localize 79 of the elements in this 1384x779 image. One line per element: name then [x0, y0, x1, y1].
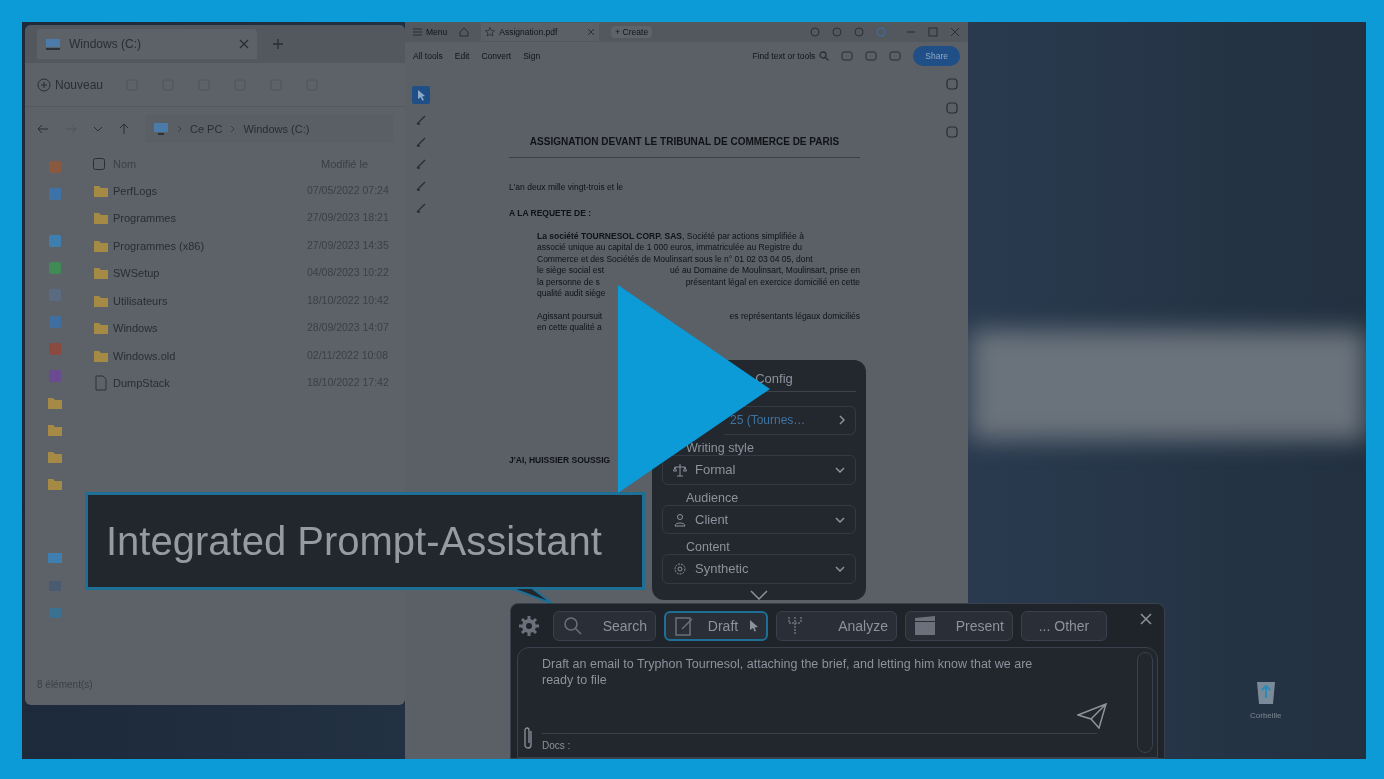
mode-tab[interactable]: Analyze [776, 611, 897, 641]
document-text: le siège social est [537, 265, 605, 277]
back-icon[interactable] [37, 124, 49, 134]
dropdown[interactable]: Client [662, 504, 856, 535]
document-text: Agissant poursuit [537, 310, 603, 322]
chevron-down-icon [835, 467, 845, 474]
panel-title: Config [754, 369, 793, 388]
star-icon [485, 27, 496, 37]
scales-icon [673, 463, 687, 478]
field-label: Audience [685, 490, 740, 505]
folder-icon [93, 210, 109, 227]
folder-icon [93, 320, 109, 337]
prompt-text: Draft an email to Tryphon Tournesol, attaching the brief, and letting him know that we are ready to file [542, 656, 1034, 688]
mode-tab[interactable]: Search [553, 611, 656, 641]
checkbox-icon[interactable] [93, 158, 105, 170]
search-field[interactable]: Find text or tools [752, 49, 830, 63]
menu-button[interactable]: Menu [413, 25, 448, 39]
toolbar-tab[interactable]: Edit [454, 49, 470, 63]
chevron-right-icon [839, 415, 845, 426]
dropdown[interactable]: Formal [662, 455, 856, 485]
folder-icon[interactable] [47, 476, 63, 492]
search-icon [562, 615, 584, 637]
document-heading: A LA REQUETE DE : [509, 206, 592, 220]
up-arrow-icon[interactable] [119, 123, 129, 135]
document-text: ué au Domaine de Moulinsart, Moulinsart, prise en [670, 265, 860, 277]
clapperboard-icon [914, 615, 936, 637]
document-text: présentant légal en exercice domicilié en cette [685, 276, 860, 288]
maximize-icon[interactable] [928, 27, 938, 37]
document-title: ASSIGNATION DEVANT LE TRIBUNAL DE COMMERCE DE PARIS [509, 134, 860, 158]
folder-icon[interactable] [47, 449, 63, 465]
document-tab[interactable]: Assignation.pdf [481, 23, 600, 41]
gear-icon [673, 562, 687, 577]
document-text: la personne de s [537, 276, 600, 288]
cursor-icon [750, 620, 758, 632]
plus-circle-icon [37, 77, 51, 92]
document-text: qualité audit siège [537, 288, 606, 300]
folder-icon[interactable] [47, 395, 63, 411]
document-heading: J'AI, HUISSIER SOUSSIG [509, 453, 612, 467]
toolbar-tab[interactable]: All tools [413, 49, 443, 63]
chevron-down-icon[interactable] [93, 126, 103, 132]
document-text: L'an deux mille vingt-trois et le [509, 181, 625, 194]
share-button[interactable]: Share [913, 46, 960, 66]
mode-tab[interactable]: ... Other [1021, 611, 1107, 641]
file-icon [93, 375, 109, 392]
folder-icon [93, 265, 109, 282]
send-icon[interactable] [1077, 703, 1107, 729]
toolbar-tab[interactable]: Sign [523, 49, 541, 63]
field-label: Content [685, 540, 731, 555]
mode-tab[interactable]: Present [905, 611, 1013, 641]
paperclip-icon[interactable] [524, 727, 534, 751]
chevron-down-icon[interactable] [750, 590, 768, 600]
cursor-icon[interactable] [412, 86, 430, 104]
prompt-box[interactable]: Draft an email to Tryphon Tournesol, attaching the brief, and letting him know that we are ready to file Docs : [517, 647, 1158, 758]
document-text: es représentants légaux domiciliés [729, 310, 860, 322]
document-text: en cette qualité a [537, 322, 602, 334]
chevron-right-icon [177, 125, 182, 133]
mode-tab[interactable]: Draft [664, 611, 768, 641]
close-icon[interactable] [1140, 613, 1152, 625]
desktop-icon-label[interactable]: Corbeille [1250, 710, 1282, 722]
clipboard-pen-icon [674, 615, 696, 637]
folder-icon[interactable] [47, 422, 63, 438]
callout-text: Integrated Prompt-Assistant [106, 518, 602, 565]
close-icon[interactable] [587, 28, 596, 36]
pen-icon[interactable] [415, 136, 427, 148]
chevron-down-icon [835, 516, 845, 523]
create-button[interactable]: + Create [611, 25, 653, 39]
docs-label: Docs : [542, 739, 571, 753]
close-icon[interactable] [239, 39, 249, 49]
plus-icon[interactable] [273, 39, 283, 49]
document-text: associé unique au capital de 1 000 euros, immatriculée au Registre du [537, 242, 803, 254]
person-icon [673, 512, 687, 527]
settings-icon[interactable] [517, 614, 541, 638]
search-icon [819, 51, 830, 61]
chevron-right-icon [230, 125, 236, 133]
field-label: Writing style [685, 441, 755, 456]
toolbar-tab[interactable]: Convert [481, 49, 512, 63]
chevron-down-icon [835, 566, 845, 573]
dropdown[interactable]: Synthetic [662, 554, 856, 584]
document-text: La société TOURNESOL CORP. SAS, Société par actions simplifiée à [537, 230, 804, 242]
